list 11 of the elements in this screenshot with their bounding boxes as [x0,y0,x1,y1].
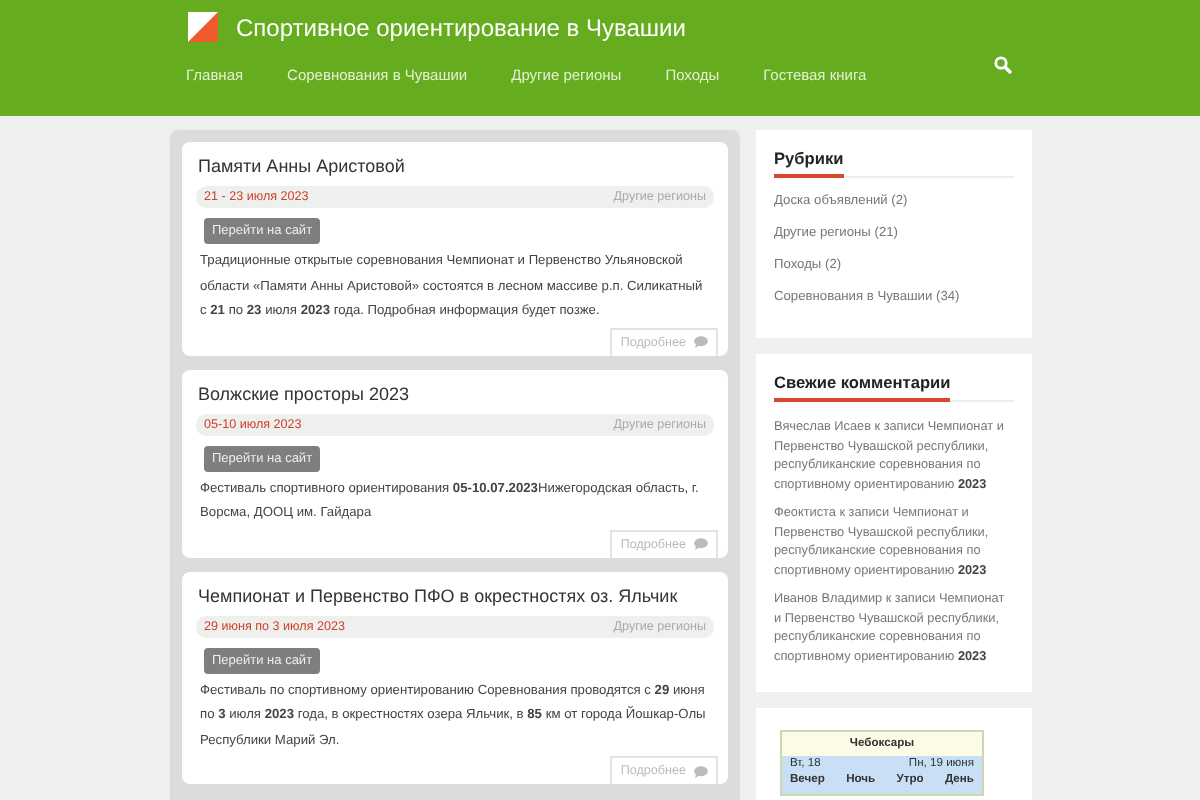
widget-title: Рубрики [774,148,844,178]
site-title: Спортивное ориентирование в Чувашии [236,13,686,41]
post-title[interactable]: Волжские просторы 2023 [196,383,714,403]
post-title[interactable]: Памяти Анны Аристовой [196,156,714,176]
speech-bubble-icon [694,538,708,550]
speech-bubble-icon [694,765,708,777]
logo-icon [188,12,218,42]
post-title[interactable]: Чемпионат и Первенство ПФО в окрестностях оз. Яльчик [196,585,714,605]
widget-title: Свежие комментарии [774,372,951,402]
speech-bubble-icon [694,336,708,348]
search-icon[interactable] [994,56,1012,74]
